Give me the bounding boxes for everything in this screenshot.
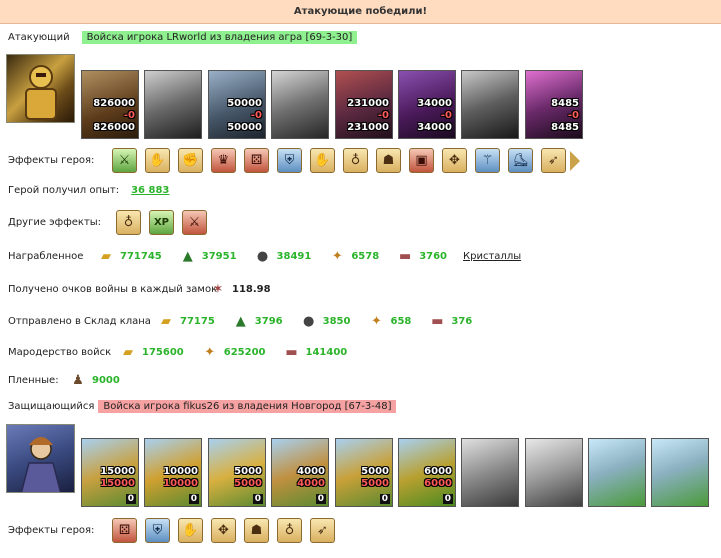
attacker-unit-5[interactable]: 231000 -0 231000 bbox=[335, 70, 393, 139]
crown-icon[interactable]: ♛ bbox=[211, 148, 236, 173]
defender-unit-10[interactable] bbox=[651, 438, 709, 507]
loot-label: Награбленное bbox=[8, 250, 84, 262]
hero-effects-row: Эффекты героя: ⚔ ✋ ✊ ♛ ⚄ ⛨ ✋ ♁ ☗ ▣ ✥ ⚚ ⛸… bbox=[8, 148, 580, 173]
knight-icon bbox=[25, 65, 57, 120]
defender-unit-8[interactable] bbox=[525, 438, 583, 507]
defender-unit-7[interactable] bbox=[461, 438, 519, 507]
defender-hero-portrait[interactable] bbox=[6, 424, 75, 493]
armor-icon[interactable]: ▣ bbox=[409, 148, 434, 173]
wizard-icon bbox=[20, 437, 62, 492]
gold-icon: ▰ bbox=[123, 344, 133, 360]
wings-icon[interactable]: ✥ bbox=[211, 518, 236, 543]
sword-icon[interactable]: ⚔ bbox=[112, 148, 137, 173]
defender-unit-6[interactable]: 6000 6000 0 bbox=[398, 438, 456, 507]
glove-icon[interactable]: ✋ bbox=[178, 518, 203, 543]
hero-exp-row: Герой получил опыт: 36 883 bbox=[8, 185, 169, 196]
attacker-unit-3[interactable]: 50000 -0 50000 bbox=[208, 70, 266, 139]
boots-icon[interactable]: ⛸ bbox=[508, 148, 533, 173]
attacker-unit-8[interactable]: 8485 -0 8485 bbox=[525, 70, 583, 139]
clan-store-row: Отправлено в Склад клана ▰ 77175 ▲ 3796 ● 3… bbox=[8, 311, 488, 331]
defender-unit-5[interactable]: 5000 5000 0 bbox=[335, 438, 393, 507]
hero-exp-value[interactable]: 36 883 bbox=[131, 185, 169, 196]
other-effects-row: Другие эффекты: ♁ XP ⚔ bbox=[8, 210, 215, 235]
pouch-icon[interactable]: ♁ bbox=[343, 148, 368, 173]
prisoner-icon: ♟ bbox=[72, 372, 84, 388]
defender-unit-9[interactable] bbox=[588, 438, 646, 507]
attacker-label: Атакующий bbox=[8, 32, 70, 43]
scroll-right-arrow-icon[interactable] bbox=[570, 150, 580, 171]
attacker-unit-2[interactable] bbox=[144, 70, 202, 139]
bow-icon[interactable]: ➶ bbox=[541, 148, 566, 173]
shield-icon[interactable]: ⛨ bbox=[145, 518, 170, 543]
hero-exp-label: Герой получил опыт: bbox=[8, 185, 120, 196]
defender-name: Войска игрока fikus26 из владения Новгор… bbox=[98, 400, 397, 413]
clan-store-label: Отправлено в Склад клана bbox=[8, 315, 151, 327]
ore-icon: ● bbox=[302, 313, 315, 329]
marauding-label: Мародерство войск bbox=[8, 346, 112, 358]
crystals-link[interactable]: Кристаллы bbox=[463, 251, 521, 262]
stone-icon: ▬ bbox=[399, 248, 412, 264]
hero-effects-label: Эффекты героя: bbox=[8, 155, 95, 166]
attacker-unit-1[interactable]: 826000 -0 826000 bbox=[81, 70, 139, 139]
defender-label: Защищающийся bbox=[8, 401, 95, 412]
defender-row: Защищающийся Войска игрока fikus26 из вл… bbox=[8, 400, 397, 413]
attacker-hero-portrait[interactable] bbox=[6, 54, 75, 123]
glove-icon[interactable]: ✋ bbox=[310, 148, 335, 173]
defender-unit-2[interactable]: 10000 10000 0 bbox=[144, 438, 202, 507]
dice-icon[interactable]: ⚄ bbox=[244, 148, 269, 173]
defender-unit-3[interactable]: 5000 5000 0 bbox=[208, 438, 266, 507]
defender-unit-4[interactable]: 4000 4000 0 bbox=[271, 438, 329, 507]
stone-icon: ▬ bbox=[431, 313, 444, 329]
war-points-row: Получено очков войны в каждый замок ✶ 118… bbox=[8, 279, 287, 299]
battle-result-banner: Атакующие победили! bbox=[0, 0, 721, 24]
stone-icon: ▬ bbox=[285, 344, 298, 360]
wood-icon: ▲ bbox=[235, 313, 246, 329]
grain-icon: ✦ bbox=[331, 248, 343, 264]
war-points-label: Получено очков войны в каждый замок bbox=[8, 283, 218, 295]
attacker-unit-7[interactable] bbox=[461, 70, 519, 139]
shield-icon[interactable]: ⛨ bbox=[277, 148, 302, 173]
prisoners-row: Пленные: ♟ 9000 bbox=[8, 370, 136, 390]
handshake-icon[interactable]: ✋ bbox=[145, 148, 170, 173]
sword-icon[interactable]: ⚔ bbox=[182, 210, 207, 235]
bow-icon[interactable]: ➶ bbox=[310, 518, 335, 543]
grain-icon: ✦ bbox=[204, 344, 216, 360]
grain-icon: ✦ bbox=[371, 313, 382, 329]
hand-icon[interactable]: ✊ bbox=[178, 148, 203, 173]
helmet-icon[interactable]: ☗ bbox=[376, 148, 401, 173]
prisoners-label: Пленные: bbox=[8, 374, 59, 386]
wings-icon[interactable]: ✥ bbox=[442, 148, 467, 173]
attacker-unit-6[interactable]: 34000 -0 34000 bbox=[398, 70, 456, 139]
attacker-unit-4[interactable] bbox=[271, 70, 329, 139]
defender-unit-1[interactable]: 15000 15000 0 bbox=[81, 438, 139, 507]
pouch-icon[interactable]: ♁ bbox=[277, 518, 302, 543]
marauding-row: Мародерство войск ▰ 175600 ✦ 625200 ▬ 14140… bbox=[8, 342, 363, 362]
defender-effects-row: Эффекты героя: ⚄ ⛨ ✋ ✥ ☗ ♁ ➶ bbox=[8, 518, 343, 543]
xp-icon[interactable]: XP bbox=[149, 210, 174, 235]
dice-icon[interactable]: ⚄ bbox=[112, 518, 137, 543]
scroll-icon[interactable]: ⚚ bbox=[475, 148, 500, 173]
war-points-icon: ✶ bbox=[212, 281, 224, 297]
other-effects-label: Другие эффекты: bbox=[8, 217, 102, 228]
gold-icon: ▰ bbox=[101, 248, 111, 264]
pouch-icon[interactable]: ♁ bbox=[116, 210, 141, 235]
attacker-name: Войска игрока LRworld из владения агра [… bbox=[81, 31, 358, 44]
defender-effects-label: Эффекты героя: bbox=[8, 525, 95, 536]
helmet-icon[interactable]: ☗ bbox=[244, 518, 269, 543]
ore-icon: ● bbox=[256, 248, 269, 264]
gold-icon: ▰ bbox=[161, 313, 171, 329]
attacker-row: Атакующий Войска игрока LRworld из владе… bbox=[8, 31, 358, 44]
loot-row: Награбленное ▰ 771745 ▲ 37951 ● 38491 ✦ 6578… bbox=[8, 246, 521, 266]
wood-icon: ▲ bbox=[182, 248, 193, 264]
